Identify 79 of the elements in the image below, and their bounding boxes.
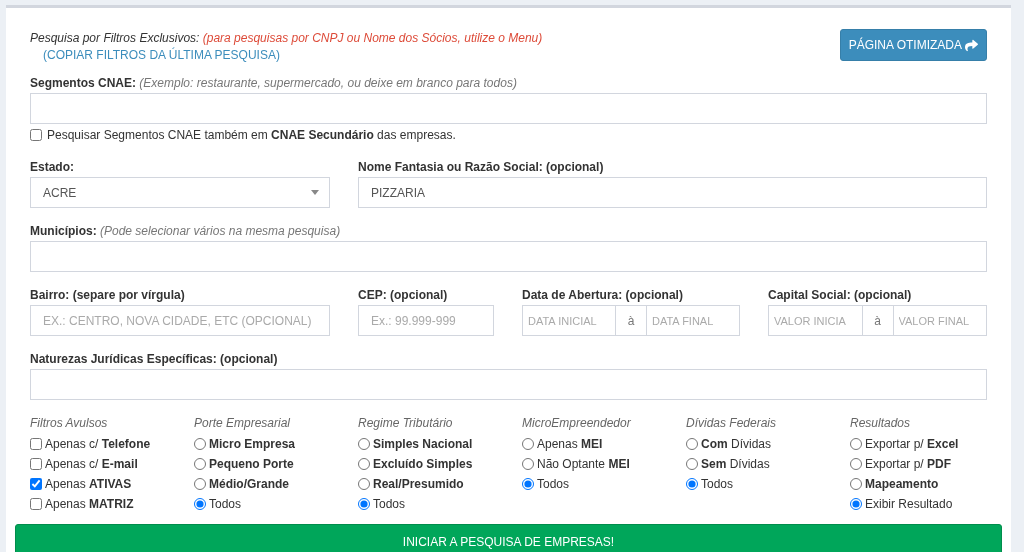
field-label: Nome Fantasia ou Razão Social: (opcional) — [358, 160, 605, 174]
option-label: Apenas MATRIZ — [45, 497, 134, 511]
range-start-field[interactable]: DATA INICIAL — [522, 305, 616, 336]
group-title: Dívidas Federais — [686, 416, 778, 430]
radio-button[interactable] — [358, 498, 370, 510]
option-label: Simples Nacional — [373, 437, 473, 451]
range-end-field[interactable]: VALOR FINAL — [892, 305, 987, 336]
field-label: Estado: — [30, 160, 75, 174]
radio-button[interactable] — [850, 498, 862, 510]
option-label: Excluído Simples — [373, 457, 473, 471]
field-label: Data de Abertura: (opcional) — [522, 288, 684, 302]
municipalities-field[interactable] — [30, 241, 987, 272]
range-separator: à — [862, 305, 893, 336]
option-label: Apenas ATIVAS — [45, 477, 132, 491]
group-title: Regime Tributário — [358, 416, 454, 430]
option-label: Exportar p/ PDF — [865, 457, 952, 471]
radio-button[interactable] — [358, 438, 370, 450]
radio-button[interactable] — [686, 438, 698, 450]
option-label: Pequeno Porte — [209, 457, 294, 471]
caret-icon — [311, 190, 319, 195]
checkbox[interactable] — [30, 478, 42, 490]
option-label: Real/Presumido — [373, 477, 464, 491]
field-label: Bairro: (separe por vírgula) — [30, 288, 186, 302]
radio-button[interactable] — [194, 458, 206, 470]
option-label: Sem Dívidas — [701, 457, 770, 471]
cnae-segments-field[interactable] — [30, 93, 987, 124]
optimized-page-button[interactable]: PÁGINA OTIMIZADA — [839, 29, 987, 61]
checkbox[interactable] — [30, 438, 42, 450]
option-label: Médio/Grande — [209, 477, 289, 491]
field-label: Segmentos CNAE: (Exemplo: restaurante, supermercado, ou deixe em branco para todos) — [30, 76, 518, 90]
option-label: Com Dívidas — [701, 437, 772, 451]
form-title: Pesquisa por Filtros Exclusivos: (para pesquisas por CNPJ ou Nome dos Sócios, utilize o Menu) — [30, 31, 543, 45]
checkbox[interactable] — [30, 458, 42, 470]
radio-button[interactable] — [358, 478, 370, 490]
range-start-field[interactable]: VALOR INICIA — [768, 305, 863, 336]
copy-filters-link[interactable]: (COPIAR FILTROS DA ÚLTIMA PESQUISA) — [43, 48, 543, 62]
legal-nature-field[interactable] — [30, 369, 987, 400]
option-label: Todos — [537, 477, 570, 491]
radio-button[interactable] — [686, 478, 698, 490]
field-label: Naturezas Jurídicas Específicas: (opcional) — [30, 352, 279, 366]
group-title: Filtros Avulsos — [30, 416, 109, 430]
radio-button[interactable] — [522, 478, 534, 490]
option-label: Não Optante MEI — [537, 457, 630, 471]
radio-button[interactable] — [194, 438, 206, 450]
radio-button[interactable] — [522, 458, 534, 470]
checkbox[interactable] — [30, 129, 42, 141]
radio-button[interactable] — [522, 438, 534, 450]
option-label: Exibir Resultado — [865, 497, 953, 511]
checkbox[interactable] — [30, 498, 42, 510]
option-label: Mapeamento — [865, 477, 939, 491]
option-label: Apenas c/ Telefone — [45, 437, 151, 451]
range-end-field[interactable]: DATA FINAL — [646, 305, 740, 336]
option-label: Apenas MEI — [537, 437, 603, 451]
option-label: Apenas c/ E-mail — [45, 457, 138, 471]
company-name-field[interactable]: PIZZARIA — [358, 177, 987, 208]
group-title: MicroEmpreendedor — [522, 416, 632, 430]
field-label: Municípios: (Pode selecionar vários na mesma pesquisa) — [30, 224, 342, 238]
option-label: Exportar p/ Excel — [865, 437, 959, 451]
radio-button[interactable] — [850, 438, 862, 450]
checkbox-label: Pesquisar Segmentos CNAE também em CNAE Secundário das empresas. — [47, 128, 456, 142]
option-label: Todos — [373, 497, 406, 511]
group-title: Resultados — [850, 416, 912, 430]
field-label: CEP: (opcional) — [358, 288, 449, 302]
radio-button[interactable] — [194, 478, 206, 490]
state-select[interactable]: ACRE — [30, 177, 330, 208]
option-label: Micro Empresa — [209, 437, 296, 451]
radio-button[interactable] — [358, 458, 370, 470]
radio-button[interactable] — [686, 458, 698, 470]
group-title: Porte Empresarial — [194, 416, 292, 430]
field-label: Capital Social: (opcional) — [768, 288, 913, 302]
option-label: Todos — [701, 477, 734, 491]
share-icon — [965, 38, 978, 52]
neighborhood-field[interactable]: EX.: CENTRO, NOVA CIDADE, ETC (OPCIONAL) — [30, 305, 330, 336]
option-label: Todos — [209, 497, 242, 511]
radio-button[interactable] — [194, 498, 206, 510]
zip-code-field[interactable]: Ex.: 99.999-999 — [358, 305, 494, 336]
radio-button[interactable] — [850, 458, 862, 470]
radio-button[interactable] — [850, 478, 862, 490]
start-search-button[interactable]: INICIAR A PESQUISA DE EMPRESAS! — [15, 524, 1002, 552]
